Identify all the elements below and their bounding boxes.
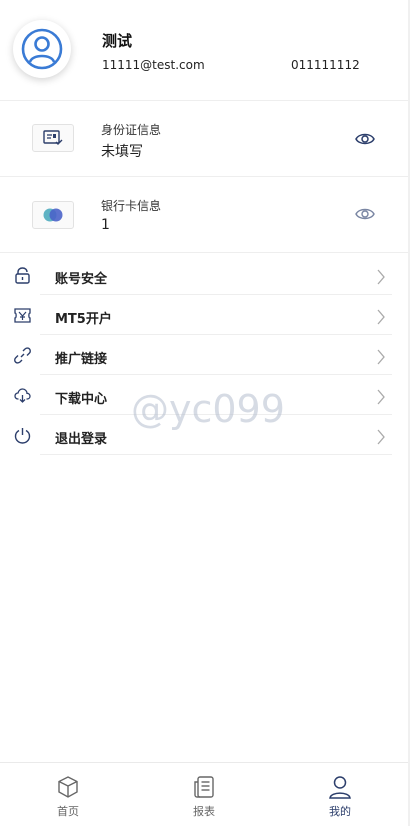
- tab-report[interactable]: 报表: [136, 763, 272, 826]
- bank-info-value: 1: [101, 217, 110, 233]
- tab-mine[interactable]: 我的: [272, 763, 408, 826]
- tab-label: 我的: [329, 805, 351, 818]
- menu-item-account-security[interactable]: 账号安全: [0, 255, 408, 295]
- chevron-right-icon: [377, 389, 385, 405]
- chevron-right-icon: [377, 309, 385, 325]
- menu-item-download-center[interactable]: 下载中心: [0, 375, 408, 415]
- power-icon: [14, 428, 31, 444]
- menu-item-label: 退出登录: [55, 432, 108, 447]
- user-avatar-icon: [21, 28, 63, 70]
- menu-item-label: MT5开户: [55, 312, 112, 327]
- eye-icon[interactable]: [355, 129, 375, 149]
- profile-header: 测试 11111@test.com 011111112: [0, 0, 408, 101]
- username: 测试: [102, 32, 133, 50]
- link-icon: [14, 347, 31, 364]
- profile-page: 测试 11111@test.com 011111112 身份证信息 未填写 银行…: [0, 0, 410, 826]
- menu-item-logout[interactable]: 退出登录: [0, 415, 408, 455]
- avatar[interactable]: [13, 20, 71, 78]
- ticket-icon: [14, 308, 31, 323]
- chevron-right-icon: [377, 429, 385, 445]
- id-info-title: 身份证信息: [101, 123, 162, 137]
- bottom-tab-bar: 首页 报表 我的: [0, 762, 408, 826]
- bank-info-row[interactable]: 银行卡信息 1: [0, 177, 408, 253]
- bank-card-icon: [32, 201, 74, 229]
- user-phone: 011111112: [291, 58, 360, 72]
- cube-icon: [58, 776, 78, 798]
- report-icon: [194, 776, 214, 798]
- chevron-right-icon: [377, 349, 385, 365]
- user-email: 11111@test.com: [102, 58, 205, 72]
- chevron-right-icon: [377, 269, 385, 285]
- lock-icon: [15, 267, 30, 284]
- id-info-value: 未填写: [101, 144, 143, 160]
- menu-item-label: 下载中心: [55, 392, 108, 407]
- cloud-download-icon: [14, 388, 31, 403]
- tab-label: 报表: [193, 805, 215, 818]
- tab-label: 首页: [57, 805, 79, 818]
- id-card-icon: [32, 124, 74, 152]
- menu-item-mt5-account[interactable]: MT5开户: [0, 295, 408, 335]
- id-info-row[interactable]: 身份证信息 未填写: [0, 101, 408, 177]
- menu-item-label: 推广链接: [55, 352, 108, 367]
- menu-item-label: 账号安全: [55, 272, 108, 287]
- user-icon: [329, 776, 351, 799]
- eye-icon[interactable]: [355, 204, 375, 224]
- tab-home[interactable]: 首页: [0, 763, 136, 826]
- menu-item-promo-link[interactable]: 推广链接: [0, 335, 408, 375]
- divider: [40, 454, 392, 455]
- bank-info-title: 银行卡信息: [101, 199, 162, 213]
